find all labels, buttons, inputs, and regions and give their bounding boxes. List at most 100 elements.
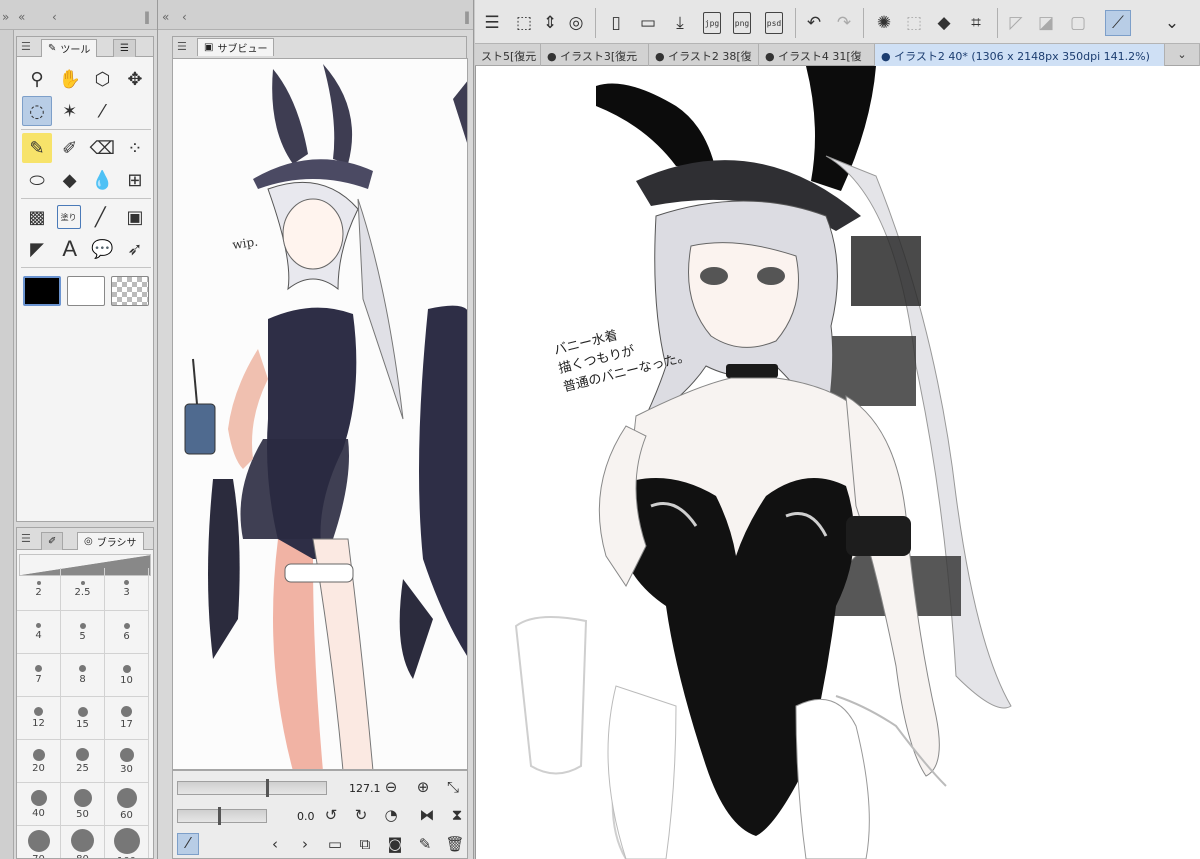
main-color-swatch[interactable] [23, 276, 62, 306]
panel-menu-icon[interactable]: ☰ [177, 40, 187, 53]
zoom-icon[interactable]: ⚲ [22, 64, 52, 94]
blend-icon[interactable]: ⬭ [22, 165, 52, 195]
fill-eraser-icon[interactable]: ◆ [55, 165, 85, 195]
magic-wand-icon[interactable]: ✶ [55, 96, 85, 126]
frame-icon[interactable]: ▣ [120, 202, 150, 232]
open-icon[interactable]: ▭ [635, 10, 661, 36]
sub-color-swatch[interactable] [67, 276, 106, 306]
panel-menu-icon[interactable]: ☰ [21, 532, 31, 545]
spray-icon[interactable]: ⁘ [120, 133, 150, 163]
fill-icon[interactable]: 塗り [56, 205, 81, 229]
next-image-icon[interactable]: › [295, 835, 315, 853]
subview-reference-image[interactable]: wip. [172, 58, 468, 770]
tab-list-chevron-icon[interactable]: ⌄ [1165, 44, 1200, 66]
redo-icon[interactable]: ↷ [831, 10, 857, 36]
save-icon[interactable]: ⤓ [667, 10, 693, 36]
tab-brush-icon[interactable]: ✐ [41, 532, 64, 550]
brush-size-cell[interactable]: 40 [17, 783, 61, 826]
doc-tab-active[interactable]: ● イラスト2 40* (1306 x 2148px 350dpi 141.2%… [875, 44, 1165, 66]
doc-tab[interactable]: ● イラスト2 38[復 [649, 44, 759, 66]
double-chevron-right-icon[interactable]: » [2, 10, 9, 24]
flip-vertical-icon[interactable]: ⧗ [447, 806, 467, 824]
eyedropper-icon[interactable]: ⁄ [177, 833, 199, 855]
rotate-view-icon[interactable]: ⬡ [87, 64, 117, 94]
eraser-icon[interactable]: ⌫ [87, 133, 117, 163]
transform-icon[interactable]: ⬚ [511, 10, 537, 36]
camera-icon[interactable]: ◙ [385, 835, 405, 853]
text-icon[interactable]: A [55, 234, 85, 264]
menu-icon[interactable]: ☰ [479, 10, 505, 36]
zoom-slider-knob[interactable] [266, 779, 269, 797]
undo-icon[interactable]: ↶ [801, 10, 827, 36]
zoom-slider[interactable] [177, 779, 327, 797]
brush-size-cell[interactable]: 6 [105, 611, 149, 654]
doc-tab[interactable]: スト5[復元 [475, 44, 541, 66]
water-drops-icon[interactable]: 💧 [87, 165, 117, 195]
open-image-icon[interactable]: ▭ [325, 835, 345, 853]
transparent-color-swatch[interactable] [111, 276, 150, 306]
fit-icon[interactable]: ⤡ [443, 778, 463, 796]
marker-icon[interactable]: ✐ [55, 133, 85, 163]
panel-collapse-strip[interactable] [0, 0, 14, 859]
tab-brush-size[interactable]: ◎ ブラシサ [77, 532, 144, 550]
select-icon[interactable]: ⬚ [901, 10, 927, 36]
tab-tools[interactable]: ✎ ツール [41, 39, 98, 57]
brush-size-cell[interactable]: 5 [61, 611, 105, 654]
arrows-icon[interactable]: ⇕ [537, 10, 563, 36]
pen-icon[interactable]: ✎ [22, 133, 52, 163]
double-chevron-left-icon[interactable]: « [162, 10, 169, 24]
brush-size-cell[interactable]: 2.5 [61, 568, 105, 611]
gradient-icon[interactable]: ▩ [22, 202, 52, 232]
rotate-left-icon[interactable]: ↺ [321, 806, 341, 824]
brush-size-cell[interactable]: 8 [61, 654, 105, 697]
chevron-left-icon[interactable]: ‹ [52, 10, 57, 24]
drawing-canvas[interactable]: バニー水着 描くつもりが 普通のバニーなった。 [475, 66, 1200, 859]
doc-tab[interactable]: ● イラスト3[復元 [541, 44, 649, 66]
hand-icon[interactable]: ✋ [55, 64, 85, 94]
crop-icon[interactable]: ⌗ [963, 10, 989, 36]
panel-grip-icon[interactable]: ‖ [144, 10, 150, 24]
line-icon[interactable]: ╱ [85, 202, 115, 232]
psd-icon[interactable]: psd [765, 12, 783, 34]
brush-size-cell[interactable]: 2 [17, 568, 61, 611]
lasso-icon[interactable]: ◌ [22, 96, 52, 126]
eyedropper-icon[interactable]: ⁄ [87, 96, 117, 126]
brush-size-cell[interactable]: 60 [105, 783, 149, 826]
chevron-down-icon[interactable]: ⌄ [1159, 10, 1185, 36]
edit-image-icon[interactable]: ✎ [415, 835, 435, 853]
grid-icon[interactable]: ⊞ [120, 165, 150, 195]
brush-size-cell[interactable]: 12 [17, 697, 61, 740]
ruler-icon[interactable]: ◤ [22, 234, 52, 264]
brush-size-cell[interactable]: 70 [17, 826, 61, 858]
brush-size-cell[interactable]: 17 [105, 697, 149, 740]
operation-icon[interactable]: ➶ [120, 234, 150, 264]
frame-icon[interactable]: ▢ [1065, 10, 1091, 36]
rotate-right-icon[interactable]: ↻ [351, 806, 371, 824]
stamp-icon[interactable]: ◎ [563, 10, 589, 36]
brush-size-cell[interactable]: 10 [105, 654, 149, 697]
rotate-slider-knob[interactable] [218, 807, 221, 825]
brush-size-cell[interactable]: 50 [61, 783, 105, 826]
reset-rotation-icon[interactable]: ◔ [381, 806, 401, 824]
rotate-slider[interactable] [177, 807, 267, 825]
guide-icon[interactable]: ◪ [1033, 10, 1059, 36]
panel-grip-icon[interactable]: ‖ [464, 10, 470, 24]
import-image-icon[interactable]: ⧉ [355, 835, 375, 853]
tab-subview[interactable]: ▣ サブビュー [197, 38, 275, 56]
brush-size-cell[interactable]: 100 [105, 826, 149, 858]
move-icon[interactable]: ✥ [120, 64, 150, 94]
deselect-icon[interactable]: ✺ [871, 10, 897, 36]
new-icon[interactable]: ▯ [603, 10, 629, 36]
transparent-icon[interactable]: ◸ [1003, 10, 1029, 36]
zoom-in-icon[interactable]: ⊕ [413, 778, 433, 796]
brush-size-cell[interactable]: 30 [105, 740, 149, 783]
jpg-icon[interactable]: jpg [703, 12, 721, 34]
balloon-icon[interactable]: 💬 [87, 234, 117, 264]
tab-sub-tools[interactable]: ☰ [113, 39, 136, 57]
double-chevron-left-icon[interactable]: « [18, 10, 25, 24]
panel-menu-icon[interactable]: ☰ [21, 40, 31, 53]
brush-size-cell[interactable]: 3 [105, 568, 149, 611]
brush-size-cell[interactable]: 20 [17, 740, 61, 783]
fill-selection-icon[interactable]: ◆ [931, 10, 957, 36]
brush-size-cell[interactable]: 4 [17, 611, 61, 654]
